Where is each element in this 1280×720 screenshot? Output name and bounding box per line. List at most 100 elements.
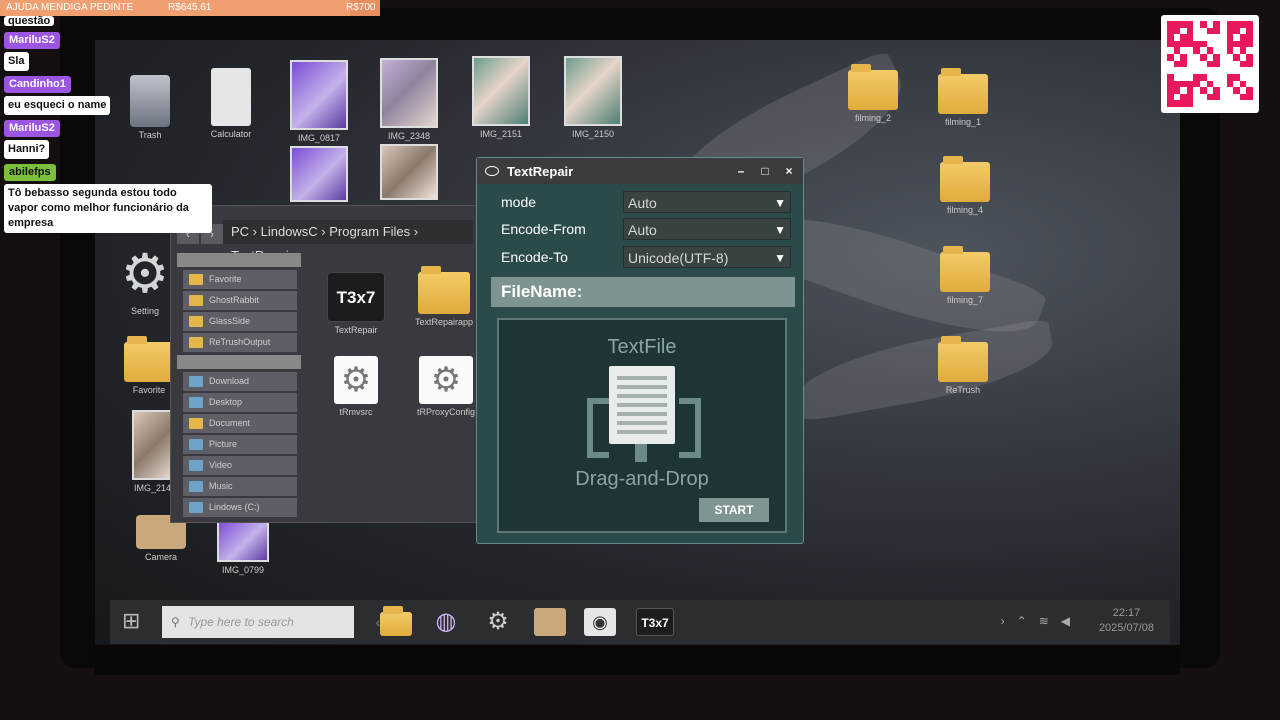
desktop-folder-filming-1[interactable]: filming_1 [928,68,998,127]
qr-module [1219,40,1227,48]
file-textrepair[interactable]: T3x7 TextRepair [321,272,391,335]
minimize-button[interactable]: – [735,164,747,178]
desktop-icon-calculator[interactable]: Calculator [196,68,266,139]
chat-text: Tô bebasso segunda estou todo vapor como… [4,184,212,233]
mode-label: mode [501,194,537,210]
qr-module [1186,73,1194,81]
qr-module [1233,73,1240,81]
qr-module [1219,80,1227,88]
sidebar-item-label: Download [209,376,250,386]
sidebar-item-picture[interactable]: Picture [183,435,297,454]
sidebar-item-ghostrabbit[interactable]: GhostRabbit [183,291,297,310]
taskbar-folder-app[interactable] [380,606,412,636]
folder-icon [124,336,174,382]
sidebar-item-desktop[interactable]: Desktop [183,393,297,412]
qr-module [1219,67,1227,74]
qr-module [1193,100,1201,107]
desktop-photo-extra[interactable] [374,144,444,203]
file-textrepairapp[interactable]: TextRepairapp [409,266,479,327]
qr-module [1186,93,1194,101]
qr-module [1186,27,1194,35]
address-bar[interactable]: PC › LindowsC › Program Files › TextRepa… [223,220,473,263]
sidebar-item-drive-c[interactable]: Lindows (C:) [183,498,297,517]
wifi-icon[interactable]: ≋ [1039,614,1049,628]
sidebar-item-video[interactable]: Video [183,456,297,475]
desktop-folder-filming-7[interactable]: filming_7 [930,246,1000,305]
encode-to-select[interactable]: Unicode(UTF-8) ▼ [623,246,791,268]
sidebar-item-download[interactable]: Download [183,372,297,391]
desktop-icon-img-0799[interactable]: IMG_0799 [208,520,278,575]
sidebar-item-label: Music [209,481,233,491]
encode-from-value: Auto [628,222,657,238]
file-label: tRProxyConfig [416,407,476,417]
sidebar-item-glassside[interactable]: GlassSide [183,312,297,331]
photo-thumbnail [380,144,438,200]
drag-and-drop-zone[interactable]: TextFile Drag-and-Drop START [497,318,787,533]
qr-module [1180,73,1187,81]
maximize-button[interactable]: □ [759,164,771,178]
taskbar-clock[interactable]: 22:17 2025/07/08 [1099,606,1154,636]
qr-module [1173,100,1181,107]
desktop-folder-filming-2[interactable]: filming_2 [838,64,908,123]
taskbar-search-input[interactable]: ⚲ Type here to search [162,606,354,638]
qr-module [1239,73,1247,81]
mode-select[interactable]: Auto ▼ [623,191,791,213]
qr-module [1233,47,1240,55]
chevron-right-icon[interactable]: › [1001,614,1005,628]
chevron-up-icon[interactable]: ⌃ [1017,614,1027,628]
qr-module [1200,100,1207,107]
file-label: TextRepairapp [414,317,474,327]
desktop-icon-img-2151[interactable]: IMG_2151 [466,56,536,139]
close-button[interactable]: × [783,164,795,178]
encode-from-select[interactable]: Auto ▼ [623,218,791,240]
desktop-icon-img-2150[interactable]: IMG_2150 [558,56,628,139]
music-icon [189,481,203,492]
photo-thumbnail [217,520,269,562]
qr-module [1233,27,1240,35]
camera-icon[interactable] [534,608,566,636]
qr-module [1239,34,1247,41]
desktop-folder-retrush[interactable]: ReTrush [928,336,998,395]
qr-module [1173,40,1181,48]
desktop-icon-trash[interactable]: Trash [115,75,185,140]
sidebar-item-retrushoutput[interactable]: ReTrushOutput [183,333,297,352]
desktop-icon-img-2348[interactable]: IMG_2348 [374,58,444,141]
desktop-folder-filming-4[interactable]: filming_4 [930,156,1000,215]
qr-module [1173,93,1181,101]
sidebar-item-document[interactable]: Document [183,414,297,433]
windows-start-icon[interactable]: ⊞ [122,608,150,636]
qr-module [1180,21,1187,28]
icon-label: Favorite [132,385,166,395]
qr-module [1239,67,1247,74]
qr-module [1200,54,1207,61]
sidebar-item-favorite[interactable]: Favorite [183,270,297,289]
qr-module [1213,67,1220,74]
file-trproxyconfig[interactable]: ⚙ tRProxyConfig [411,356,481,417]
gear-icon: ⚙ [419,356,473,404]
textrepair-titlebar[interactable]: TextRepair – □ × [477,158,803,184]
gear-icon[interactable]: ⚙ [482,608,514,636]
qr-module [1167,80,1174,88]
desktop-photo-extra[interactable] [284,146,354,205]
taskbar: ⊞ ⚲ Type here to search ‹ ◍ ⚙ ◉ T3x7 › ⌃… [110,600,1170,644]
sidebar-item-label: Favorite [209,274,242,284]
start-button[interactable]: START [699,498,769,522]
qr-module [1173,54,1181,61]
textrepair-taskbar-icon[interactable]: T3x7 [636,608,674,636]
qr-module [1226,60,1234,68]
browser-globe-icon[interactable]: ◍ [430,608,462,636]
desktop-icon-img-0817[interactable]: IMG_0817 [284,60,354,143]
qr-module [1213,34,1220,41]
qr-module [1213,73,1220,81]
drop-bracket-left [587,398,609,458]
file-label: TextRepair [334,325,378,335]
qr-module [1193,80,1201,88]
screenshot-icon[interactable]: ◉ [584,608,616,636]
volume-icon[interactable]: ◀ [1061,614,1070,628]
qr-module [1226,73,1234,81]
qr-module [1246,27,1253,35]
file-trmvsrc[interactable]: ⚙ tRmvsrc [321,356,391,417]
chat-username: MariluS2 [4,120,60,137]
sidebar-item-music[interactable]: Music [183,477,297,496]
trash-icon [130,75,170,127]
